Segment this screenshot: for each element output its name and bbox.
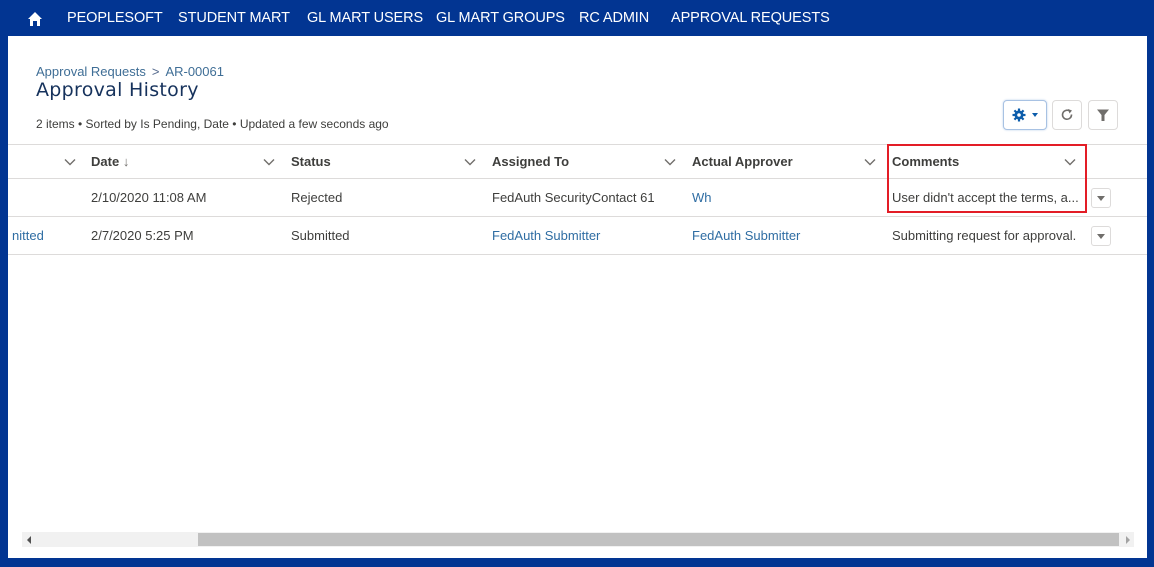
chevron-down-icon[interactable] xyxy=(64,156,76,168)
chevron-down-icon[interactable] xyxy=(1064,156,1076,168)
breadcrumb-parent[interactable]: Approval Requests xyxy=(36,64,146,79)
table-row: nitted 2/7/2020 5:25 PM Submitted FedAut… xyxy=(8,217,1147,255)
scrollbar-thumb[interactable] xyxy=(198,533,1119,546)
nav-item-peoplesoft[interactable]: PEOPLESOFT xyxy=(67,10,163,26)
cell-actual-approver[interactable]: FedAuth Submitter xyxy=(692,217,800,254)
top-navigation: PEOPLESOFT STUDENT MART GL MART USERS GL… xyxy=(0,0,1154,36)
cell-date: 2/10/2020 11:08 AM xyxy=(91,190,207,205)
cell-assigned-to[interactable]: FedAuth Submitter xyxy=(492,217,600,254)
list-info: 2 items • Sorted by Is Pending, Date • U… xyxy=(36,117,389,131)
cell-actual-approver[interactable]: Wh xyxy=(692,179,712,216)
table-header-row: Date ↓ Status Assigned To Actual Approve… xyxy=(8,144,1147,179)
content-panel: Approval Requests > AR-00061 Approval Hist… xyxy=(8,36,1147,558)
refresh-button[interactable] xyxy=(1052,100,1082,130)
page-title: Approval History xyxy=(36,79,199,101)
nav-item-gl-mart-groups[interactable]: GL MART GROUPS xyxy=(436,10,565,26)
chevron-down-icon[interactable] xyxy=(864,156,876,168)
nav-item-approval-requests[interactable]: APPROVAL REQUESTS xyxy=(671,10,830,26)
chevron-down-icon[interactable] xyxy=(464,156,476,168)
breadcrumb-separator: > xyxy=(151,64,160,79)
breadcrumb: Approval Requests > AR-00061 xyxy=(36,64,224,79)
refresh-icon xyxy=(1061,109,1073,121)
scroll-right-arrow-icon[interactable] xyxy=(1126,536,1130,544)
column-header-assigned-to[interactable]: Assigned To xyxy=(492,145,569,178)
cell-status: Rejected xyxy=(291,190,343,205)
filter-button[interactable] xyxy=(1088,100,1118,130)
column-header-status[interactable]: Status xyxy=(291,145,331,178)
caret-down-icon xyxy=(1097,195,1105,201)
column-header-comments[interactable]: Comments xyxy=(892,145,959,178)
column-header-date[interactable]: Date ↓ xyxy=(91,145,129,178)
filter-icon xyxy=(1097,109,1109,121)
cell-comments: Submitting request for approval. xyxy=(892,228,1077,243)
row-actions-button[interactable] xyxy=(1091,188,1111,208)
row-actions-button[interactable] xyxy=(1091,226,1111,246)
horizontal-scrollbar[interactable] xyxy=(22,532,1134,547)
cell-date: 2/7/2020 5:25 PM xyxy=(91,228,194,243)
table-row: 2/10/2020 11:08 AM Rejected FedAuth Secu… xyxy=(8,179,1147,217)
sort-arrow-icon: ↓ xyxy=(122,154,130,169)
approval-history-table: Date ↓ Status Assigned To Actual Approve… xyxy=(8,144,1147,255)
chevron-down-icon[interactable] xyxy=(664,156,676,168)
list-settings-button[interactable] xyxy=(1003,100,1047,130)
nav-item-student-mart[interactable]: STUDENT MART xyxy=(178,10,290,26)
nav-item-gl-mart-users[interactable]: GL MART USERS xyxy=(307,10,423,26)
caret-down-icon xyxy=(1031,113,1038,117)
cell-status: Submitted xyxy=(291,228,350,243)
scroll-left-arrow-icon[interactable] xyxy=(27,536,31,544)
cell-comments: User didn't accept the terms, a... xyxy=(892,190,1079,205)
nav-item-rc-admin[interactable]: RC ADMIN xyxy=(579,10,649,26)
caret-down-icon xyxy=(1097,233,1105,239)
chevron-down-icon[interactable] xyxy=(263,156,275,168)
column-header-actual-approver[interactable]: Actual Approver xyxy=(692,145,793,178)
cell-assigned-to: FedAuth SecurityContact 61 xyxy=(492,190,655,205)
breadcrumb-current[interactable]: AR-00061 xyxy=(165,64,224,79)
gear-icon xyxy=(1012,108,1025,122)
cell-first[interactable]: nitted xyxy=(12,217,44,254)
home-icon[interactable] xyxy=(27,11,43,27)
